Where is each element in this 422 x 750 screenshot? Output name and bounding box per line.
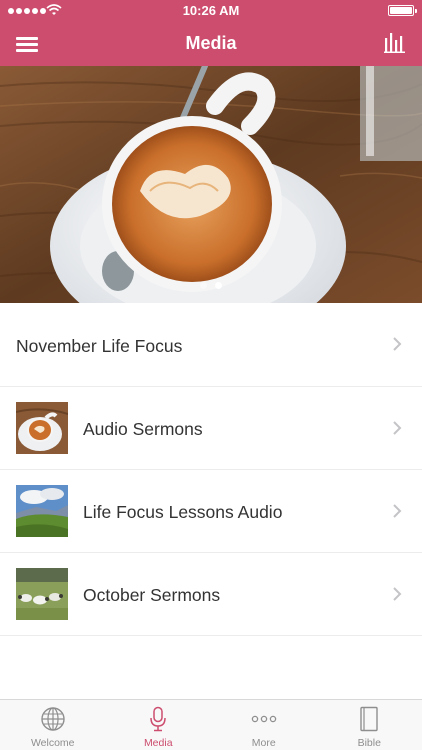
list-item-life-focus-lessons-audio[interactable]: Life Focus Lessons Audio — [0, 470, 422, 553]
page-title: Media — [185, 33, 237, 53]
more-dots-icon — [251, 715, 276, 723]
chevron-right-icon — [393, 421, 402, 435]
carousel-dot[interactable] — [200, 282, 207, 289]
chevron-right-icon — [393, 587, 402, 601]
app-header: 10:26 AM Media — [0, 0, 422, 66]
equalizer-bars-icon[interactable] — [384, 31, 406, 53]
list-item-label: November Life Focus — [16, 336, 183, 356]
list-item-november-life-focus[interactable]: November Life Focus — [0, 303, 422, 387]
globe-icon — [41, 707, 65, 731]
hero-carousel[interactable] — [0, 66, 422, 303]
list-item-october-sermons[interactable]: October Sermons — [0, 553, 422, 636]
sheep-thumbnail-image — [16, 568, 68, 620]
book-icon — [360, 706, 378, 732]
coffee-thumbnail-image — [16, 402, 68, 454]
tab-bar: Welcome Media More Bible — [0, 699, 422, 750]
coffee-cup-image — [0, 66, 422, 303]
battery-icon — [388, 5, 417, 16]
list-item-label: Audio Sermons — [83, 419, 203, 439]
status-bar: 10:26 AM — [0, 0, 422, 22]
tab-label: More — [251, 737, 276, 749]
tab-bible[interactable]: Bible — [317, 700, 422, 750]
chevron-right-icon — [393, 337, 402, 351]
chevron-right-icon — [393, 504, 402, 518]
media-list: November Life Focus Audio Sermons Life F… — [0, 303, 422, 636]
tab-label: Media — [143, 737, 173, 749]
landscape-thumbnail-image — [16, 485, 68, 537]
navigation-bar: Media — [0, 22, 422, 66]
tab-label: Welcome — [30, 737, 75, 749]
tab-media[interactable]: Media — [106, 700, 212, 750]
microphone-icon — [150, 706, 166, 732]
list-item-audio-sermons[interactable]: Audio Sermons — [0, 387, 422, 470]
status-time: 10:26 AM — [182, 3, 240, 18]
list-item-label: Life Focus Lessons Audio — [83, 502, 283, 522]
list-item-label: October Sermons — [83, 585, 221, 605]
carousel-page-indicator[interactable] — [0, 282, 422, 289]
tab-welcome[interactable]: Welcome — [0, 700, 106, 750]
carousel-dot-active[interactable] — [215, 282, 222, 289]
tab-label: Bible — [357, 737, 381, 749]
tab-more[interactable]: More — [211, 700, 317, 750]
